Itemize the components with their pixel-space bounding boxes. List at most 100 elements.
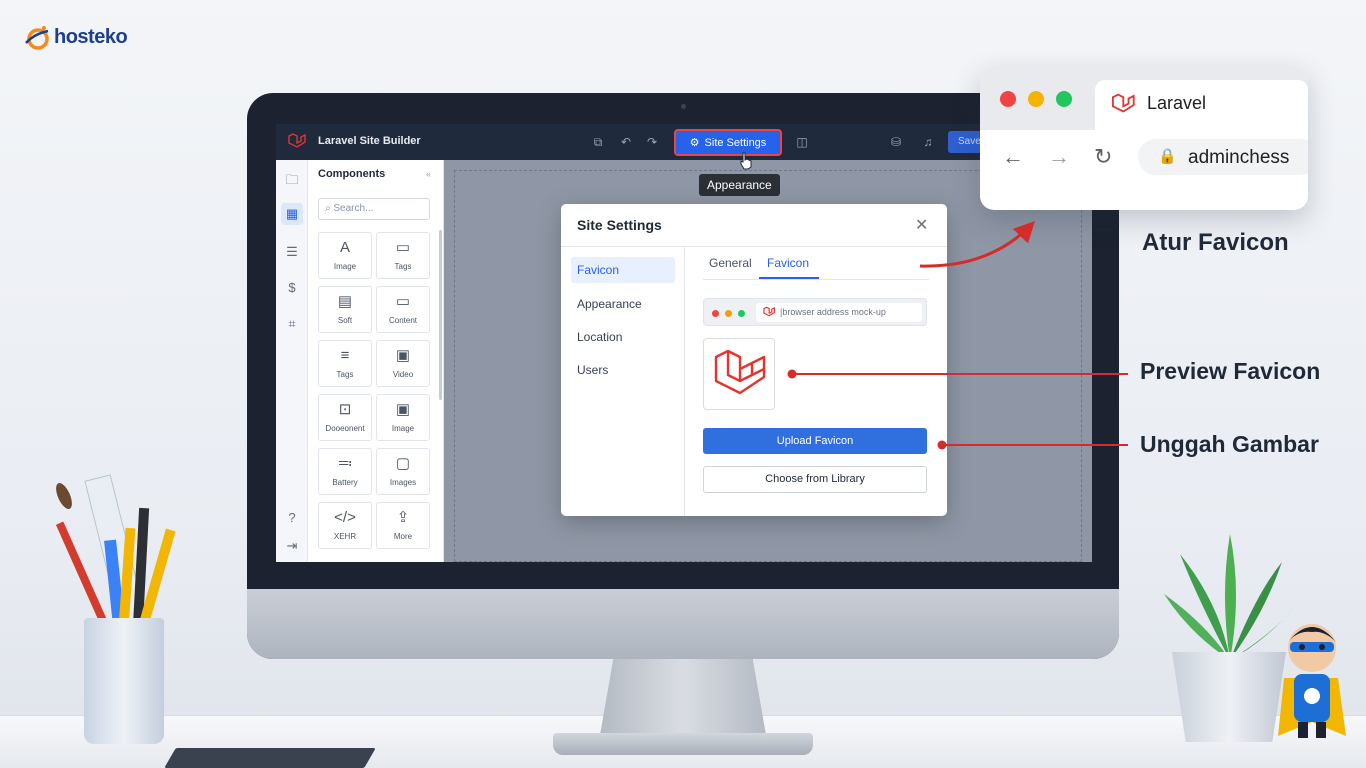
monitor-foot bbox=[553, 733, 813, 755]
browser-address-text: adminchess bbox=[1188, 147, 1290, 168]
choose-library-button[interactable]: Choose from Library bbox=[703, 466, 927, 493]
cursor-hand-icon bbox=[740, 152, 752, 170]
layers-icon[interactable]: ☰ bbox=[284, 244, 300, 260]
upload-icon: ⇪ bbox=[396, 509, 410, 526]
component-tile[interactable]: ▭ Content bbox=[376, 286, 430, 333]
preview-icon[interactable]: ⧉ bbox=[590, 134, 606, 150]
unggah-gambar-label: Unggah Gambar bbox=[1140, 431, 1319, 457]
close-dot-icon bbox=[712, 310, 719, 317]
components-panel: Components « ⌕ Search... A Image ▭ Tags ▤ S… bbox=[308, 160, 444, 562]
component-tile[interactable]: ▣ Video bbox=[376, 340, 430, 387]
undo-icon[interactable]: ↶ bbox=[618, 134, 634, 150]
upload-favicon-button[interactable]: Upload Favicon bbox=[703, 428, 927, 454]
picture-icon: ▣ bbox=[395, 347, 411, 364]
layout-icon[interactable]: ◫ bbox=[794, 134, 810, 150]
component-tile[interactable]: ▭ Tags bbox=[376, 232, 430, 279]
component-tile[interactable]: ≡ Tags bbox=[318, 340, 372, 387]
battery-icon: ≕ bbox=[337, 455, 353, 472]
laravel-logo-icon bbox=[288, 133, 306, 148]
pencils-decoration bbox=[55, 474, 176, 628]
component-tile[interactable]: ▤ Soft bbox=[318, 286, 372, 333]
monitor-chin bbox=[247, 589, 1119, 659]
sidebar-item-appearance[interactable]: Appearance bbox=[571, 291, 675, 317]
component-tile[interactable]: A Image bbox=[318, 232, 372, 279]
grid-icon: ▤ bbox=[337, 293, 353, 310]
component-tile[interactable]: ⇪ More bbox=[376, 502, 430, 549]
close-icon[interactable]: ✕ bbox=[915, 215, 928, 235]
tag-box-icon: ▭ bbox=[395, 239, 411, 256]
app-title: Laravel Site Builder bbox=[318, 135, 421, 147]
help-icon[interactable]: ? bbox=[284, 510, 300, 526]
component-tile[interactable]: ▣ Image bbox=[376, 394, 430, 441]
document-icon: ⊡ bbox=[338, 401, 352, 418]
tab-divider bbox=[703, 279, 929, 280]
code-icon: </> bbox=[334, 509, 356, 526]
camera-icon bbox=[681, 104, 686, 109]
component-tile[interactable]: ≕ Battery bbox=[318, 448, 372, 495]
screen: Laravel Site Builder ⧉ ↶ ↷ ⚙ Site Settin… bbox=[276, 124, 1092, 562]
hosteko-mark-icon bbox=[25, 26, 49, 50]
lock-icon: 🔒 bbox=[1158, 148, 1177, 165]
monitor-stand bbox=[600, 659, 766, 735]
browser-tab-label: Laravel bbox=[1147, 93, 1207, 113]
left-rail: 🗀 ▦ ☰ $ ⌗ ? ⇥ bbox=[276, 160, 308, 562]
notebook-decoration bbox=[164, 748, 376, 768]
panel-scrollbar[interactable] bbox=[439, 230, 442, 400]
gear-icon: ⚙ bbox=[689, 137, 700, 149]
site-settings-label: Site Settings bbox=[704, 136, 767, 149]
lines-icon: ≡ bbox=[340, 347, 350, 364]
modal-title: Site Settings bbox=[577, 217, 662, 233]
sidebar-item-users[interactable]: Users bbox=[571, 357, 675, 383]
minimize-dot-icon bbox=[1028, 91, 1044, 107]
forward-arrow-icon: → bbox=[1048, 144, 1070, 169]
close-dot-icon bbox=[1000, 91, 1016, 107]
image-icon: ▣ bbox=[395, 401, 411, 418]
hosteko-logo: hosteko bbox=[22, 22, 128, 52]
sidebar-item-location[interactable]: Location bbox=[571, 324, 675, 350]
crop-icon[interactable]: ⌗ bbox=[284, 316, 300, 332]
sidebar-item-favicon[interactable]: Favicon bbox=[571, 257, 675, 283]
component-tile[interactable]: ▢ Images bbox=[376, 448, 430, 495]
laravel-favicon-icon bbox=[763, 306, 775, 317]
folder-icon[interactable]: 🗀 bbox=[284, 172, 300, 188]
laravel-favicon-icon bbox=[1111, 93, 1135, 113]
mock-address-text: |browser address mock-up bbox=[780, 307, 886, 317]
browser-address-bar: 🔒 adminchess bbox=[1138, 139, 1308, 175]
tab-favicon[interactable]: Favicon bbox=[767, 256, 809, 270]
browser-tabstrip: Laravel bbox=[980, 66, 1308, 130]
component-search-input[interactable]: ⌕ Search... bbox=[318, 198, 430, 220]
redo-icon[interactable]: ↷ bbox=[644, 134, 660, 150]
settings-sidebar: Favicon Appearance Location Users bbox=[561, 247, 685, 516]
browser-tab: Laravel bbox=[1095, 80, 1308, 130]
collapse-icon[interactable]: « bbox=[426, 169, 431, 179]
site-settings-modal: Site Settings ✕ Favicon Appearance Locat… bbox=[561, 204, 947, 516]
database-icon[interactable]: ⛁ bbox=[888, 134, 904, 150]
laravel-logo-icon bbox=[714, 349, 766, 395]
search-placeholder: Search... bbox=[333, 203, 374, 214]
favicon-preview bbox=[703, 338, 775, 410]
minimize-dot-icon bbox=[725, 310, 732, 317]
maximize-dot-icon bbox=[738, 310, 745, 317]
letter-a-icon: A bbox=[339, 239, 350, 256]
hero-mascot-icon bbox=[1278, 624, 1346, 738]
atur-favicon-label: Atur Favicon bbox=[1142, 229, 1289, 256]
maximize-dot-icon bbox=[1056, 91, 1072, 107]
mock-browser-bar: |browser address mock-up bbox=[703, 298, 927, 326]
components-icon[interactable]: ▦ bbox=[281, 203, 303, 225]
bell-icon[interactable]: ♫ bbox=[920, 134, 936, 150]
app-topbar: Laravel Site Builder ⧉ ↶ ↷ ⚙ Site Settin… bbox=[276, 124, 1092, 160]
tab-active-indicator bbox=[759, 277, 819, 279]
component-tile[interactable]: </> XEHR bbox=[318, 502, 372, 549]
mock-address-bar: |browser address mock-up bbox=[756, 303, 922, 322]
images-icon: ▢ bbox=[395, 455, 411, 472]
pricing-icon[interactable]: $ bbox=[284, 280, 300, 296]
panel-title: Components bbox=[318, 168, 386, 180]
back-arrow-icon: ← bbox=[1002, 144, 1024, 169]
logout-icon[interactable]: ⇥ bbox=[284, 538, 300, 554]
site-settings-button[interactable]: ⚙ Site Settings bbox=[674, 129, 782, 156]
reload-icon: ↻ bbox=[1094, 144, 1113, 169]
plant-pot bbox=[1172, 652, 1286, 742]
tab-general[interactable]: General bbox=[709, 256, 752, 270]
content-icon: ▭ bbox=[395, 293, 411, 310]
component-tile[interactable]: ⊡ Dooeonent bbox=[318, 394, 372, 441]
